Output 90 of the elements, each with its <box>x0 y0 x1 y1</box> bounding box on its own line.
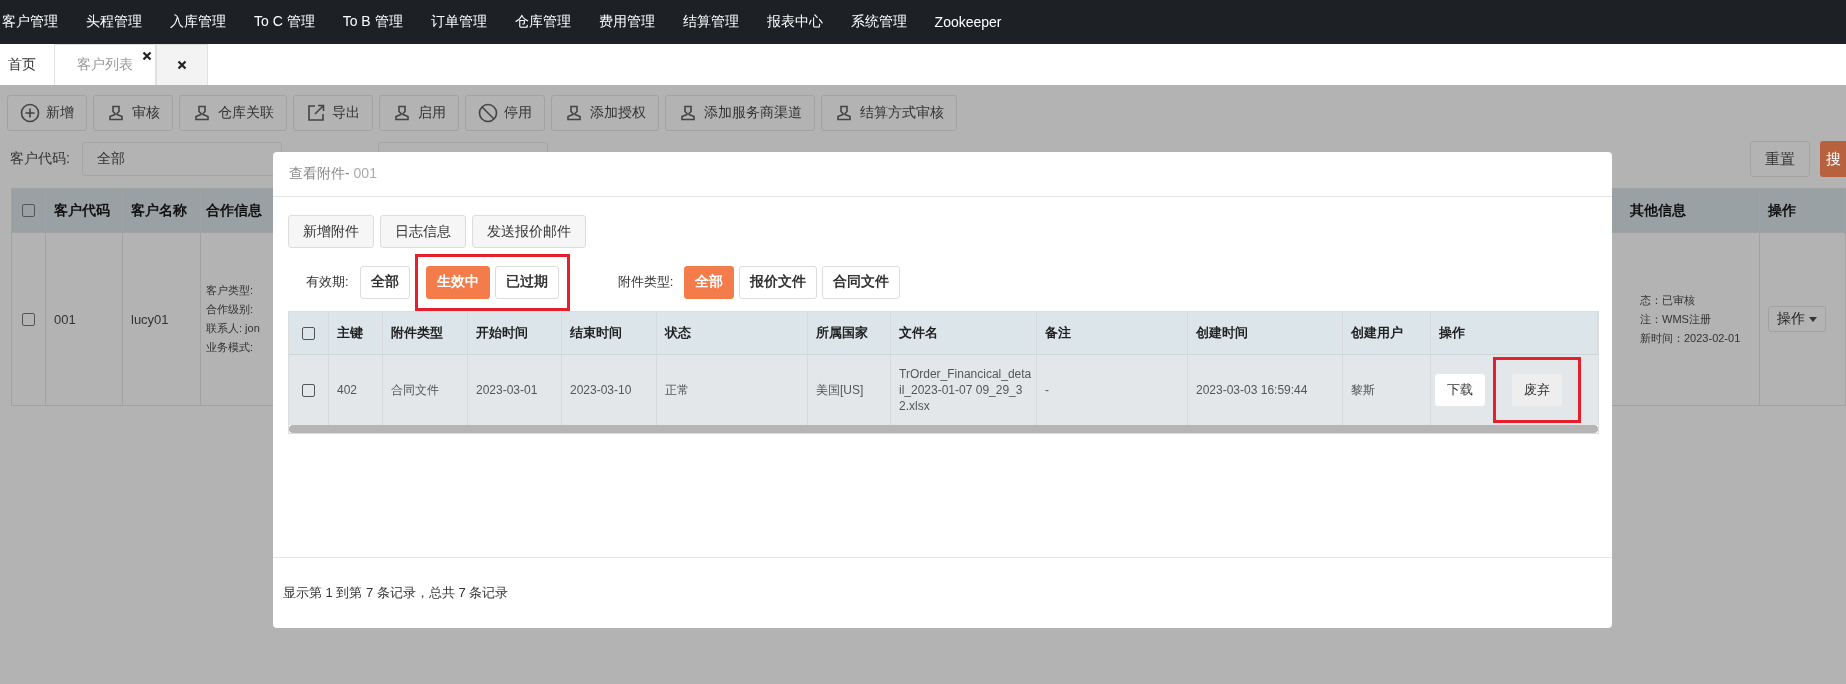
checkbox[interactable] <box>22 312 35 326</box>
toolbar-button[interactable]: 导出 <box>293 95 373 131</box>
info-line: 联系人: jon <box>206 321 260 336</box>
nav-menu-item[interactable]: To B 管理 <box>342 13 403 31</box>
nav-menu-item[interactable]: 结算管理 <box>682 13 739 31</box>
toolbar-button[interactable]: 启用 <box>379 95 459 131</box>
toolbar-button[interactable]: 结算方式审核 <box>821 95 957 131</box>
table-cell: 402 <box>337 383 358 397</box>
row-action-button[interactable]: 废弃 <box>1512 374 1562 406</box>
dialog-action-button[interactable]: 新增附件 <box>288 215 374 248</box>
table-cell: 2023-03-01 <box>476 383 538 397</box>
column-header: 所属国家 <box>816 324 868 342</box>
column-header: 开始时间 <box>476 324 528 342</box>
nav-menu-item[interactable]: Zookeeper <box>934 14 1002 30</box>
info-line: 业务模式: <box>206 340 254 355</box>
table-cell: 合同文件 <box>391 381 439 399</box>
nav-menu-item[interactable]: 客户管理 <box>2 13 58 31</box>
table-cell: 美国[US] <box>816 381 864 399</box>
filter-label: 附件类型: <box>617 273 674 291</box>
toolbar-button[interactable]: 添加授权 <box>551 95 659 131</box>
table-cell-text: TrOrder_Financical_detail_2023-01-07 09_29_32.xlsx <box>899 365 1033 415</box>
info-line: 态：已审核 <box>1640 292 1695 308</box>
filter-option[interactable]: 合同文件 <box>822 265 901 299</box>
checkbox[interactable] <box>22 204 35 217</box>
info-line: 新时间：2023-02-01 <box>1640 330 1741 346</box>
table-cell: lucy01 <box>131 311 169 327</box>
nav-menu-item[interactable]: To C 管理 <box>254 13 315 31</box>
column-header: 附件类型 <box>391 324 443 342</box>
column-header: 创建用户 <box>1351 324 1403 342</box>
info-line: 合作级别: <box>206 302 254 317</box>
column-header: 主键 <box>337 324 363 342</box>
checkbox[interactable] <box>302 383 315 397</box>
filter-option[interactable]: 报价文件 <box>739 265 818 299</box>
column-header: 结束时间 <box>570 324 622 342</box>
person-icon <box>392 103 412 123</box>
filter-option[interactable]: 已过期 <box>494 265 559 299</box>
column-header: 文件名 <box>899 324 938 342</box>
table-cell: - <box>1045 383 1049 397</box>
person-icon <box>192 103 212 123</box>
action-dropdown[interactable]: 操作 <box>1768 306 1826 332</box>
dialog-action-button[interactable]: 发送报价邮件 <box>472 215 586 248</box>
column-header: 其他信息 <box>1630 201 1686 220</box>
filter-label: 客户代码: <box>10 150 70 168</box>
table-cell: 001 <box>54 311 76 327</box>
dialog-action-button[interactable]: 日志信息 <box>380 215 466 248</box>
search-button[interactable]: 搜 <box>1820 141 1846 177</box>
toolbar-button[interactable]: 添加服务商渠道 <box>665 95 815 131</box>
table-cell: 2023-03-10 <box>570 383 632 397</box>
column-header: 客户代码 <box>54 201 110 220</box>
nav-menu-item[interactable]: 报表中心 <box>766 13 823 31</box>
info-line: 注：WMS注册 <box>1640 311 1711 327</box>
column-header: 操作 <box>1439 324 1465 342</box>
filter-label: 有效期: <box>306 273 349 291</box>
column-header: 创建时间 <box>1196 324 1248 342</box>
table-cell: 2023-03-03 16:59:44 <box>1196 383 1308 397</box>
person-icon <box>564 103 584 123</box>
row-action-button[interactable]: 下载 <box>1435 374 1485 406</box>
caret-icon <box>1809 316 1817 322</box>
reset-button[interactable]: 重置 <box>1750 141 1810 177</box>
close-icon[interactable] <box>177 60 187 70</box>
nav-menu-item[interactable]: 系统管理 <box>850 13 907 31</box>
close-icon[interactable] <box>142 51 152 61</box>
person-icon <box>678 103 698 123</box>
dialog-title: 查看附件- 001 <box>289 165 377 183</box>
person-icon <box>834 103 854 123</box>
info-line: 客户类型: <box>206 283 254 298</box>
nav-menu-item[interactable]: 费用管理 <box>598 13 655 31</box>
export-icon <box>306 103 326 123</box>
toolbar-button[interactable]: 仓库关联 <box>179 95 287 131</box>
toolbar-button[interactable]: 审核 <box>93 95 173 131</box>
table-cell: 黎斯 <box>1351 381 1375 399</box>
nav-menu-item[interactable]: 头程管理 <box>86 13 142 31</box>
checkbox[interactable] <box>302 326 315 340</box>
ban-icon <box>478 103 498 123</box>
column-header: 操作 <box>1768 201 1796 220</box>
horizontal-scrollbar[interactable] <box>289 425 1598 433</box>
filter-option[interactable]: 全部 <box>359 265 410 299</box>
column-header: 状态 <box>665 324 691 342</box>
nav-menu-item[interactable]: 订单管理 <box>430 13 487 31</box>
column-header: 客户名称 <box>131 201 187 220</box>
column-header: 备注 <box>1045 324 1071 342</box>
plus-circle-icon <box>20 103 40 123</box>
toolbar-button[interactable]: 停用 <box>465 95 545 131</box>
pagination-info: 显示第 1 到第 7 条记录，总共 7 条记录 <box>283 584 509 602</box>
nav-menu-item[interactable]: 入库管理 <box>170 13 226 31</box>
toolbar-button[interactable]: 新增 <box>7 95 87 131</box>
person-icon <box>106 103 126 123</box>
column-header: 合作信息 <box>206 201 262 220</box>
table-cell: 正常 <box>665 381 689 399</box>
nav-menu-item[interactable]: 仓库管理 <box>514 13 571 31</box>
